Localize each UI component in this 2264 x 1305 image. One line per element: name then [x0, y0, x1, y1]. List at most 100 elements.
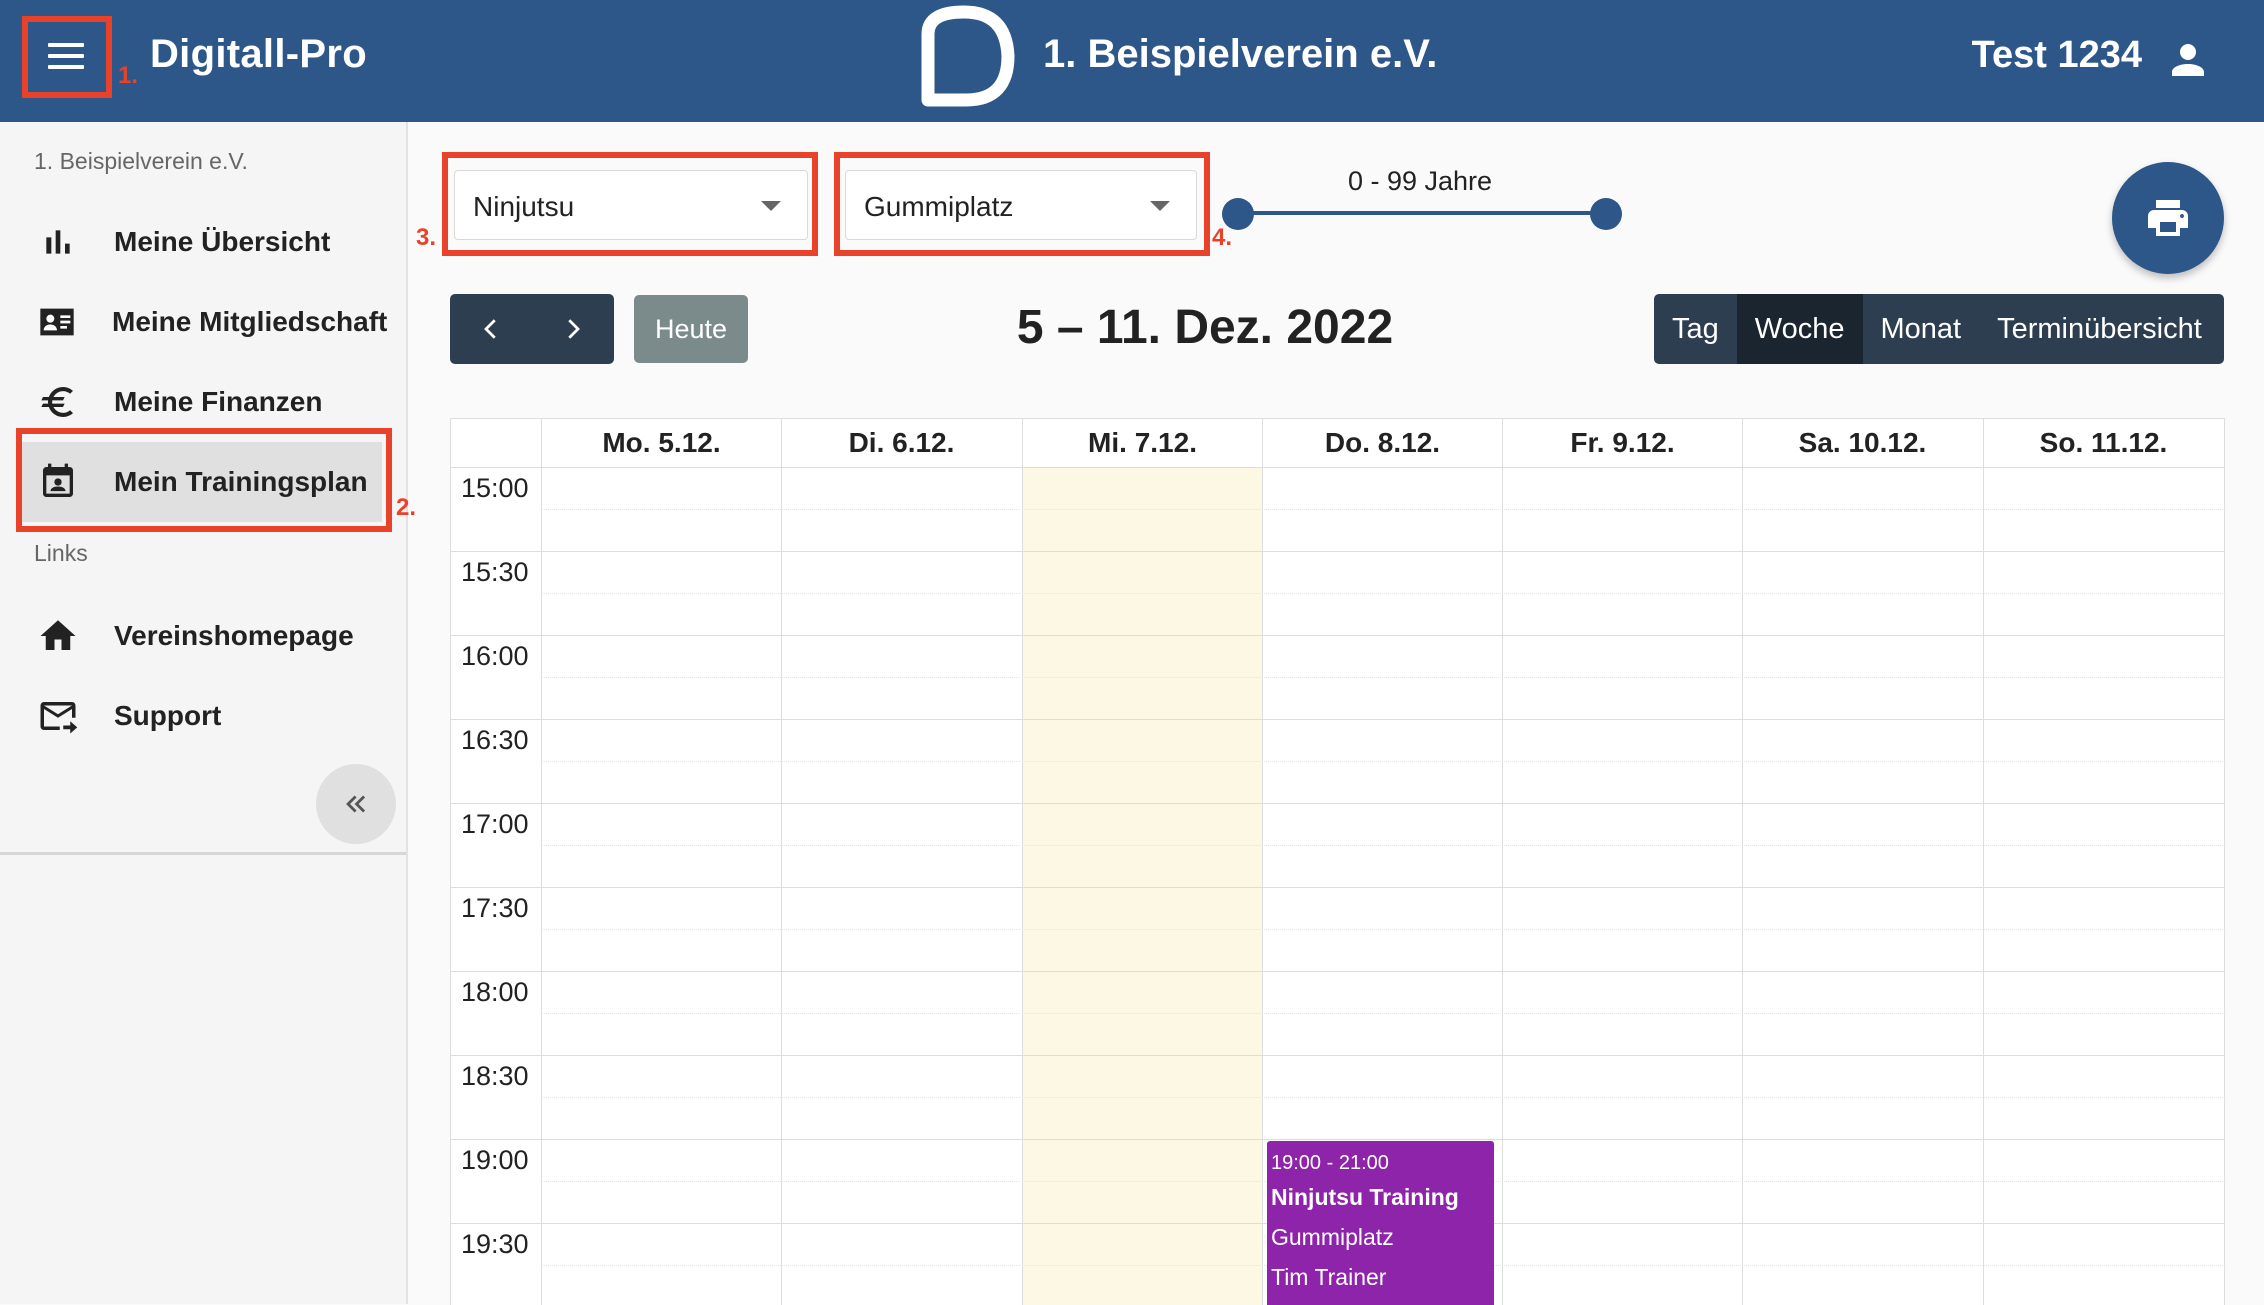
day-header-thu[interactable]: Do. 8.12.	[1262, 419, 1502, 467]
slot-line	[541, 929, 2225, 930]
slot-line	[451, 719, 2225, 720]
age-min-slider-thumb[interactable]	[1222, 198, 1254, 230]
slot-line	[541, 593, 2225, 594]
time-label: 16:00	[461, 641, 529, 671]
bar-chart-icon	[34, 218, 82, 266]
user-name[interactable]: Test 1234	[1972, 34, 2142, 77]
day-header-mon[interactable]: Mo. 5.12.	[541, 419, 781, 467]
menu-icon-bar	[48, 54, 84, 58]
club-title: 1. Beispielverein e.V.	[1043, 32, 1438, 76]
slot-line	[451, 1055, 2225, 1056]
app-header: Digitall-Pro 1. Beispielverein e.V. Test…	[0, 0, 2264, 122]
mail-forward-icon	[34, 692, 82, 740]
sidebar-item-label: Vereinshomepage	[114, 620, 354, 651]
print-button[interactable]	[2112, 162, 2224, 274]
sidebar-link-support[interactable]: Support	[22, 676, 382, 756]
week-navigation	[450, 294, 614, 364]
sidebar-item-training-plan[interactable]: Mein Trainingsplan	[22, 442, 382, 522]
chevron-right-icon	[568, 319, 580, 339]
sidebar-links-subheader: Links	[34, 540, 88, 566]
slot-line	[451, 551, 2225, 552]
sidebar-item-label: Meine Mitgliedschaft	[112, 306, 388, 337]
slot-line	[541, 761, 2225, 762]
view-month-button[interactable]: Monat	[1863, 294, 1980, 364]
id-card-icon	[34, 298, 80, 346]
printer-icon	[2148, 200, 2188, 236]
event-location: Gummiplatz	[1271, 1224, 1394, 1250]
home-icon	[34, 612, 82, 660]
annotation-label-2: 2.	[396, 494, 417, 521]
account-icon[interactable]	[2164, 36, 2212, 84]
location-select[interactable]: Gummiplatz	[845, 170, 1197, 240]
age-range-slider-track[interactable]	[1238, 211, 1606, 215]
sidebar: 1. Beispielverein e.V. Meine Übersicht M…	[0, 122, 408, 1304]
previous-week-button[interactable]	[450, 294, 532, 364]
calendar-event[interactable]: 19:00 - 21:00 Ninjutsu Training Gummipla…	[1267, 1141, 1494, 1305]
time-label: 17:30	[461, 893, 529, 923]
view-agenda-button[interactable]: Terminübersicht	[1979, 294, 2220, 364]
sidebar-club-subheader: 1. Beispielverein e.V.	[34, 148, 248, 174]
slot-line	[451, 803, 2225, 804]
euro-icon	[34, 378, 82, 426]
sidebar-item-label: Mein Trainingsplan	[114, 466, 368, 497]
time-label: 17:00	[461, 809, 529, 839]
annotation-label-3: 3.	[416, 224, 437, 251]
club-logo-icon	[921, 5, 1015, 107]
view-day-button[interactable]: Tag	[1654, 294, 1737, 364]
slot-line	[451, 887, 2225, 888]
chevron-double-left-icon	[346, 795, 366, 813]
day-header-fri[interactable]: Fr. 9.12.	[1502, 419, 1742, 467]
chevron-left-icon	[484, 319, 496, 339]
slot-line	[541, 509, 2225, 510]
time-label: 18:00	[461, 977, 529, 1007]
sidebar-item-overview[interactable]: Meine Übersicht	[22, 202, 382, 282]
slot-line	[451, 467, 2225, 468]
sidebar-item-label: Meine Finanzen	[114, 386, 323, 417]
sport-select-value: Ninjutsu	[473, 191, 575, 222]
time-label: 19:00	[461, 1145, 529, 1175]
annotation-label-4: 4.	[1212, 224, 1233, 251]
menu-icon-bar	[48, 43, 84, 47]
slot-line	[541, 1097, 2225, 1098]
day-header-tue[interactable]: Di. 6.12.	[781, 419, 1021, 467]
day-header-sat[interactable]: Sa. 10.12.	[1742, 419, 1982, 467]
slot-line	[451, 635, 2225, 636]
day-header-wed[interactable]: Mi. 7.12.	[1022, 419, 1262, 467]
menu-icon-bar	[48, 65, 84, 69]
event-time: 19:00 - 21:00	[1271, 1152, 1389, 1174]
time-label: 16:30	[461, 725, 529, 755]
view-switcher: Tag Woche Monat Terminübersicht	[1654, 294, 2224, 364]
today-button[interactable]: Heute	[634, 295, 748, 363]
location-select-value: Gummiplatz	[864, 191, 1014, 222]
sidebar-item-membership[interactable]: Meine Mitgliedschaft	[22, 282, 387, 362]
slot-line	[541, 677, 2225, 678]
caret-down-icon	[1150, 201, 1170, 211]
date-range-title: 5 – 11. Dez. 2022	[1016, 301, 1394, 354]
view-week-button[interactable]: Woche	[1736, 294, 1863, 364]
age-max-slider-thumb[interactable]	[1590, 198, 1622, 230]
age-range-label: 0 - 99 Jahre	[1347, 166, 1493, 196]
collapse-sidebar-button[interactable]	[316, 764, 396, 844]
app-title[interactable]: Digitall-Pro	[150, 32, 367, 77]
sport-select[interactable]: Ninjutsu	[454, 170, 808, 240]
sidebar-link-club-homepage[interactable]: Vereinshomepage	[22, 596, 382, 676]
next-week-button[interactable]	[532, 294, 614, 364]
menu-button[interactable]	[36, 30, 96, 82]
time-label: 19:30	[461, 1229, 529, 1259]
sidebar-item-label: Support	[114, 700, 222, 731]
slot-line	[541, 845, 2225, 846]
slot-line	[451, 971, 2225, 972]
sidebar-divider	[0, 852, 406, 855]
week-calendar: Mo. 5.12. Di. 6.12. Mi. 7.12. Do. 8.12. …	[450, 418, 2225, 1305]
slot-line	[451, 1139, 2225, 1140]
event-title: Ninjutsu Training	[1271, 1184, 1459, 1210]
time-label: 18:30	[461, 1061, 529, 1091]
calendar-account-icon	[34, 458, 82, 506]
sidebar-item-finances[interactable]: Meine Finanzen	[22, 362, 382, 442]
annotation-label-1: 1.	[118, 62, 139, 89]
time-label: 15:00	[461, 473, 529, 503]
sidebar-panel: 1. Beispielverein e.V. Meine Übersicht M…	[0, 122, 406, 852]
caret-down-icon	[761, 201, 781, 211]
sidebar-item-label: Meine Übersicht	[114, 226, 331, 257]
day-header-sun[interactable]: So. 11.12.	[1983, 419, 2223, 467]
